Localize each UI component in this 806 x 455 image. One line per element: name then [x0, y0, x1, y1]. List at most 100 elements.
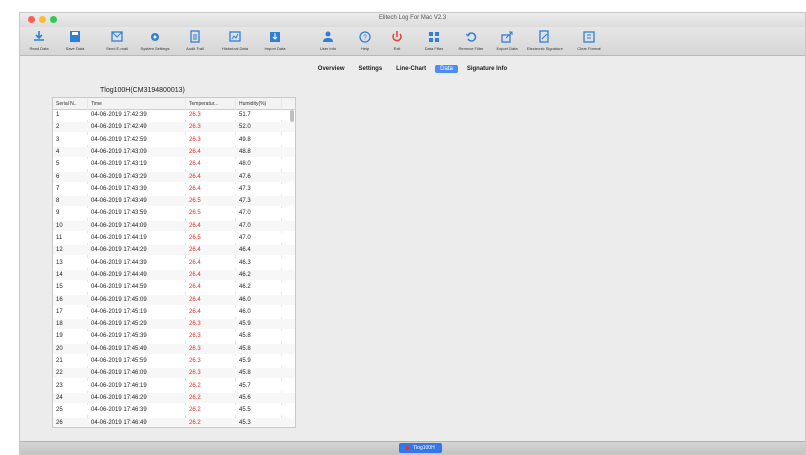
table-row[interactable]: 1 04-06-2019 17:42:39 26.3 51.7: [53, 110, 295, 120]
table-row[interactable]: 13 04-06-2019 17:44:39 26.4 46.3: [53, 257, 295, 268]
serial-cell: 9: [56, 210, 60, 217]
temperature-cell: 26.3: [189, 333, 201, 340]
humidity-cell: 45.9: [239, 358, 251, 364]
humidity-cell: 47.0: [239, 235, 251, 241]
exit-button[interactable]: Exit: [380, 29, 414, 55]
temperature-cell: 26.4: [189, 222, 201, 229]
temperature-cell: 26.4: [189, 296, 201, 303]
table-row[interactable]: 6 04-06-2019 17:43:29 26.4 47.6: [53, 171, 295, 182]
time-cell: 04-06-2019 17:44:09: [91, 222, 147, 229]
table-row[interactable]: 19 04-06-2019 17:45:39 26.3 45.8: [53, 331, 295, 342]
signature-icon: [539, 30, 549, 43]
temperature-cell: 26.2: [189, 407, 201, 414]
tab-data[interactable]: Data: [435, 65, 458, 73]
time-cell: 04-06-2019 17:42:59: [91, 136, 147, 143]
table-row[interactable]: 11 04-06-2019 17:44:19 26.5 47.0: [53, 233, 295, 243]
table-row[interactable]: 10 04-06-2019 17:44:09 26.4 47.0: [53, 220, 295, 231]
temperature-cell: 26.2: [189, 394, 201, 401]
table-row[interactable]: 9 04-06-2019 17:43:59 26.5 47.0: [53, 208, 295, 219]
table-row[interactable]: 2 04-06-2019 17:42:49 26.3 52.0: [53, 122, 295, 133]
svg-text:?: ?: [363, 35, 367, 42]
time-cell: 04-06-2019 17:44:19: [91, 235, 147, 241]
clear-format-button[interactable]: Clear Format: [572, 29, 606, 55]
temperature-cell: 26.3: [189, 345, 201, 352]
historical-data-button[interactable]: Historical Data: [218, 29, 252, 55]
humidity-cell: 47.3: [239, 198, 251, 205]
time-cell: 04-06-2019 17:43:19: [91, 161, 147, 168]
temperature-cell: 26.2: [189, 382, 201, 389]
table-row[interactable]: 4 04-06-2019 17:43:09 26.4 48.8: [53, 146, 295, 157]
help-button[interactable]: ? Help: [348, 29, 382, 55]
table-row[interactable]: 25 04-06-2019 17:46:39 26.2 45.5: [53, 405, 295, 416]
humidity-cell: 46.3: [239, 259, 251, 266]
temperature-cell: 26.3: [189, 321, 201, 328]
column-header-time[interactable]: Time: [91, 101, 102, 107]
humidity-cell: 52.0: [239, 124, 251, 131]
email-icon: [111, 31, 123, 42]
table-row[interactable]: 18 04-06-2019 17:45:29 26.3 45.9: [53, 319, 295, 330]
tab-line-chart[interactable]: Line-Chart: [391, 65, 431, 73]
table-row[interactable]: 12 04-06-2019 17:44:29 26.4 46.4: [53, 245, 295, 256]
temperature-cell: 26.3: [189, 370, 201, 377]
table-row[interactable]: 24 04-06-2019 17:46:29 26.2 45.6: [53, 392, 295, 403]
serial-cell: 13: [56, 259, 63, 266]
table-row[interactable]: 26 04-06-2019 17:46:49 26.2 45.3: [53, 417, 295, 427]
serial-cell: 6: [56, 173, 60, 180]
toolbar-label: Clear Format: [577, 46, 601, 51]
humidity-cell: 45.7: [239, 382, 251, 389]
undo-icon: [465, 32, 477, 42]
device-tab[interactable]: Tlog100H: [399, 443, 442, 453]
table-row[interactable]: 8 04-06-2019 17:43:49 26.5 47.3: [53, 196, 295, 207]
table-row[interactable]: 3 04-06-2019 17:42:59 26.3 49.8: [53, 134, 295, 145]
time-cell: 04-06-2019 17:46:29: [91, 394, 147, 401]
audit-trail-button[interactable]: Audit Trail: [178, 29, 212, 55]
table-row[interactable]: 15 04-06-2019 17:44:59 26.4 46.2: [53, 282, 295, 293]
tab-settings[interactable]: Settings: [353, 65, 387, 73]
time-cell: 04-06-2019 17:46:09: [91, 370, 147, 377]
serial-cell: 22: [56, 370, 63, 377]
table-row[interactable]: 17 04-06-2019 17:45:19 26.4 46.0: [53, 306, 295, 317]
time-cell: 04-06-2019 17:43:59: [91, 210, 147, 217]
toolbar-label: Save Data: [65, 46, 85, 51]
column-header-serial[interactable]: Serial N..: [56, 101, 77, 107]
table-row[interactable]: 23 04-06-2019 17:46:19 26.2 45.7: [53, 380, 295, 391]
tab-signature-info[interactable]: Signature Info: [462, 65, 512, 73]
table-row[interactable]: 22 04-06-2019 17:46:09 26.3 45.8: [53, 368, 295, 379]
user-info-button[interactable]: User Info: [311, 29, 345, 55]
serial-cell: 24: [56, 394, 63, 401]
serial-cell: 14: [56, 271, 63, 278]
table-row[interactable]: 21 04-06-2019 17:45:59 26.3 45.9: [53, 356, 295, 366]
time-cell: 04-06-2019 17:44:29: [91, 247, 147, 254]
table-scrollbar[interactable]: [290, 110, 294, 122]
tab-overview[interactable]: Overview: [313, 65, 350, 73]
data-filter-button[interactable]: Data Filter: [417, 29, 451, 55]
humidity-cell: 47.0: [239, 210, 251, 217]
serial-cell: 21: [56, 358, 63, 364]
electronic-signature-button[interactable]: Electronic Signature: [527, 29, 563, 55]
save-data-button[interactable]: Save Data: [58, 29, 92, 55]
temperature-cell: 26.2: [189, 419, 201, 426]
serial-cell: 10: [56, 222, 63, 229]
column-header-temperature[interactable]: Temperatur...: [189, 101, 218, 107]
toolbar: Read Data Save Data Send E-mail System Sett…: [20, 27, 805, 56]
time-cell: 04-06-2019 17:43:39: [91, 185, 147, 192]
export-data-button[interactable]: Export Data: [490, 29, 524, 55]
send-e-mail-button[interactable]: Send E-mail: [100, 29, 134, 55]
temperature-cell: 26.3: [189, 136, 201, 143]
history-icon: [229, 31, 241, 42]
table-row[interactable]: 16 04-06-2019 17:45:09 26.4 46.0: [53, 294, 295, 305]
import-data-button[interactable]: Import Data: [258, 29, 292, 55]
time-cell: 04-06-2019 17:45:59: [91, 358, 147, 364]
table-row[interactable]: 7 04-06-2019 17:43:39 26.4 47.3: [53, 183, 295, 194]
table-row[interactable]: 20 04-06-2019 17:45:49 26.3 45.8: [53, 343, 295, 354]
table-row[interactable]: 14 04-06-2019 17:44:49 26.4 46.2: [53, 269, 295, 280]
column-header-humidity[interactable]: Humidity(%): [239, 101, 266, 107]
remove-filter-button[interactable]: Remove Filter: [454, 29, 488, 55]
read-data-button[interactable]: Read Data: [22, 29, 56, 55]
save-icon: [70, 31, 80, 42]
humidity-cell: 46.0: [239, 308, 251, 315]
table-header: Serial N.. Time Temperatur... Humidity(%…: [53, 98, 295, 110]
temperature-cell: 26.3: [189, 358, 201, 364]
system-settings-button[interactable]: System Settings: [138, 29, 172, 55]
table-row[interactable]: 5 04-06-2019 17:43:19 26.4 48.0: [53, 159, 295, 170]
